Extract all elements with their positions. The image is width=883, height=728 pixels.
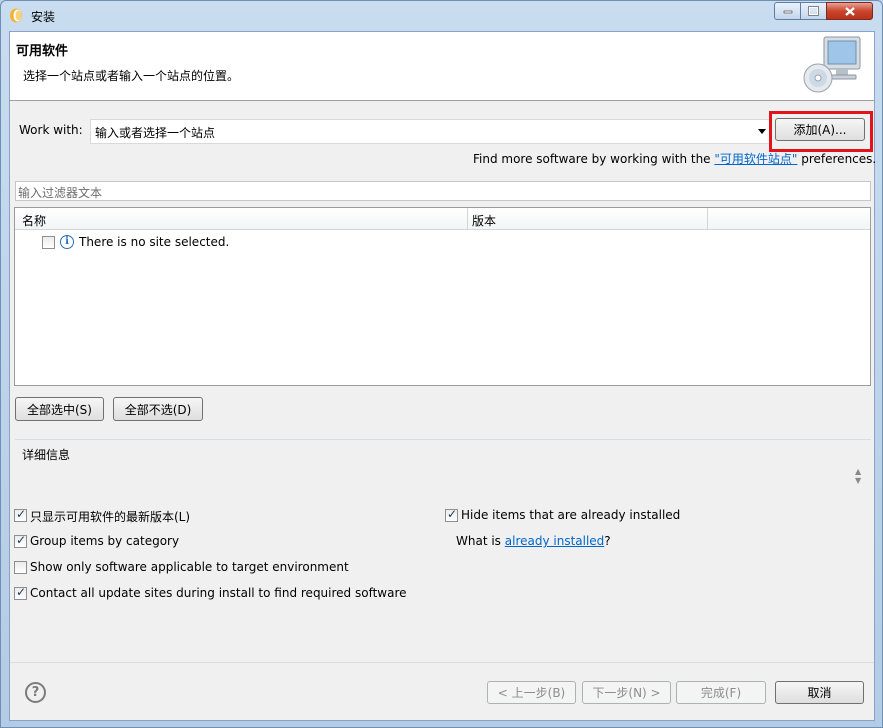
page-description: 选择一个站点或者输入一个站点的位置。 bbox=[23, 69, 240, 83]
contact-all-sites-checkbox[interactable] bbox=[14, 585, 27, 600]
header-banner: 可用软件 选择一个站点或者输入一个站点的位置。 bbox=[10, 32, 874, 101]
what-is-installed-text: What is already installed? bbox=[456, 534, 611, 548]
software-table[interactable]: 名称 版本 i There is no site selected. bbox=[14, 207, 871, 386]
finish-button[interactable]: 完成(F) bbox=[676, 681, 766, 704]
details-scroll-arrows[interactable]: ▲ ▼ bbox=[855, 467, 863, 485]
close-icon bbox=[844, 6, 855, 16]
table-row[interactable]: i There is no site selected. bbox=[15, 232, 870, 252]
select-all-label: 全部选中(S) bbox=[27, 402, 92, 417]
hide-installed-checkbox[interactable] bbox=[445, 507, 458, 522]
help-icon[interactable]: ? bbox=[25, 682, 46, 703]
already-installed-link[interactable]: already installed bbox=[505, 534, 605, 548]
table-header: 名称 版本 bbox=[15, 208, 870, 230]
find-more-text: Find more software by working with the "… bbox=[473, 150, 876, 167]
dialog-body: 可用软件 选择一个站点或者输入一个站点的位置。 Work with: 输入或者选… bbox=[9, 31, 876, 721]
close-button[interactable] bbox=[826, 2, 873, 20]
row-checkbox[interactable] bbox=[42, 236, 55, 249]
page-title: 可用软件 bbox=[16, 44, 69, 59]
info-icon: i bbox=[60, 235, 74, 249]
contact-all-sites-label[interactable]: Contact all update sites during install … bbox=[30, 586, 407, 600]
show-latest-checkbox[interactable] bbox=[14, 507, 27, 522]
deselect-all-label: 全部不选(D) bbox=[124, 402, 192, 417]
column-divider[interactable] bbox=[707, 208, 708, 230]
find-more-prefix: Find more software by working with the bbox=[473, 152, 715, 166]
select-all-button[interactable]: 全部选中(S) bbox=[15, 397, 104, 421]
window-title: 安装 bbox=[31, 10, 56, 24]
site-combo-value: 输入或者选择一个站点 bbox=[95, 126, 216, 140]
find-more-suffix: preferences. bbox=[797, 152, 877, 166]
column-version-header[interactable]: 版本 bbox=[472, 212, 496, 229]
filter-placeholder: 输入过滤器文本 bbox=[18, 186, 103, 200]
details-group: 详细信息 bbox=[15, 439, 871, 501]
work-with-label: Work with: bbox=[19, 123, 83, 137]
install-monitor-icon bbox=[803, 36, 861, 93]
back-button[interactable]: < 上一步(B) bbox=[487, 681, 576, 704]
group-by-category-checkbox[interactable] bbox=[14, 533, 27, 548]
show-applicable-label[interactable]: Show only software applicable to target … bbox=[30, 560, 349, 574]
minimize-button[interactable] bbox=[774, 2, 801, 20]
column-name-header[interactable]: 名称 bbox=[22, 212, 46, 229]
group-by-category-label[interactable]: Group items by category bbox=[30, 534, 179, 548]
minimize-icon bbox=[783, 10, 792, 14]
footer-divider bbox=[10, 662, 874, 663]
hide-installed-label[interactable]: Hide items that are already installed bbox=[461, 508, 680, 522]
maximize-icon bbox=[808, 6, 819, 16]
show-latest-label[interactable]: 只显示可用软件的最新版本(L) bbox=[30, 508, 190, 525]
next-button[interactable]: 下一步(N) > bbox=[582, 681, 671, 704]
available-sites-link[interactable]: "可用软件站点" bbox=[714, 152, 797, 166]
install-dialog: 安装 可用软件 选择一个站点或者输入一个站点的位置。 Work with: 输入… bbox=[0, 0, 883, 728]
show-applicable-checkbox[interactable] bbox=[14, 561, 27, 574]
what-is-prefix: What is bbox=[456, 534, 505, 548]
maximize-button[interactable] bbox=[800, 2, 827, 20]
cancel-button[interactable]: 取消 bbox=[775, 681, 864, 704]
details-label: 详细信息 bbox=[22, 448, 71, 462]
column-divider[interactable] bbox=[467, 208, 468, 230]
filter-input[interactable]: 输入过滤器文本 bbox=[15, 181, 871, 201]
title-bar[interactable]: 安装 bbox=[1, 1, 882, 30]
highlight-box bbox=[769, 111, 873, 152]
chevron-down-icon[interactable] bbox=[758, 129, 766, 134]
row-text: There is no site selected. bbox=[79, 235, 230, 249]
what-is-suffix: ? bbox=[604, 534, 611, 548]
eclipse-app-icon bbox=[10, 8, 22, 23]
site-combo[interactable]: 输入或者选择一个站点 bbox=[90, 119, 771, 144]
deselect-all-button[interactable]: 全部不选(D) bbox=[113, 397, 203, 421]
